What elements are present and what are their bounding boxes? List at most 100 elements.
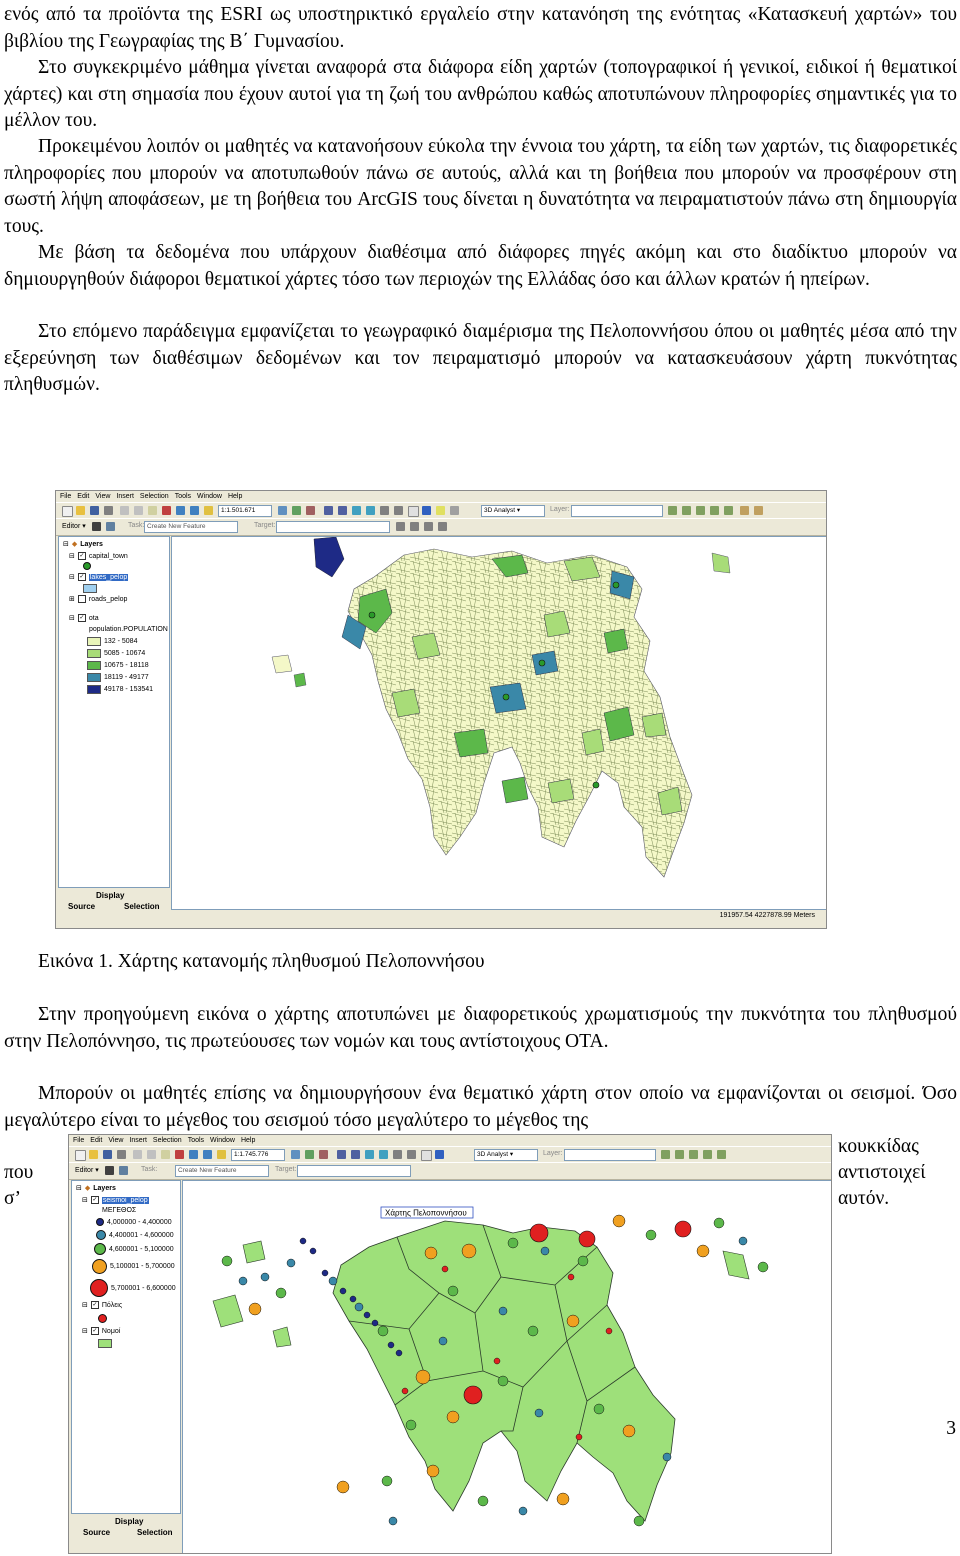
- capital-town-marker[interactable]: [612, 581, 620, 589]
- task-dropdown[interactable]: Create New Feature: [144, 521, 238, 533]
- capital-town-marker[interactable]: [592, 781, 600, 789]
- capital-town-marker[interactable]: [502, 693, 510, 701]
- redo-icon[interactable]: [190, 506, 199, 515]
- delete-icon[interactable]: [162, 506, 171, 515]
- layer-name[interactable]: Νομοί: [102, 1328, 120, 1335]
- layer-name[interactable]: Πόλεις: [102, 1302, 122, 1309]
- capital-town-marker[interactable]: [368, 611, 376, 619]
- layer-dropdown[interactable]: [564, 1149, 656, 1161]
- toc-layer-lakes[interactable]: ⊟ ✓ lakes_pelop: [69, 573, 129, 581]
- layer-checkbox[interactable]: ✓: [90, 1196, 99, 1204]
- analyst-dropdown[interactable]: 3D Analyst ▾: [474, 1149, 538, 1161]
- full-extent-icon[interactable]: [379, 1150, 388, 1159]
- arctoolbox-icon[interactable]: [292, 506, 301, 515]
- toc-layer-roads[interactable]: ⊞ roads_pelop: [69, 595, 127, 603]
- find-icon[interactable]: [436, 506, 445, 515]
- tab-selection[interactable]: Selection: [137, 1528, 173, 1537]
- layer-name[interactable]: capital_town: [89, 553, 128, 560]
- line-of-sight-icon[interactable]: [703, 1150, 712, 1159]
- back-extent-icon[interactable]: [380, 506, 389, 515]
- expand-icon[interactable]: ⊟: [82, 1327, 88, 1335]
- map-scale-field[interactable]: 1:1.745.776: [231, 1149, 285, 1161]
- layer-checkbox[interactable]: [77, 595, 86, 603]
- new-document-icon[interactable]: [62, 506, 73, 517]
- menu-selection[interactable]: Selection: [140, 493, 169, 500]
- select-features-icon[interactable]: [421, 1150, 432, 1161]
- open-folder-icon[interactable]: [76, 506, 85, 515]
- editor-toolbar-icon[interactable]: [278, 506, 287, 515]
- menu-help[interactable]: Help: [241, 1137, 255, 1144]
- menu-tools[interactable]: Tools: [188, 1137, 204, 1144]
- delete-icon[interactable]: [175, 1150, 184, 1159]
- menu-insert[interactable]: Insert: [129, 1137, 147, 1144]
- layers-root[interactable]: ⊟ ◆ Layers: [63, 540, 103, 549]
- zoom-in-icon[interactable]: [324, 506, 333, 515]
- rotate-tool-icon[interactable]: [410, 522, 419, 531]
- toc-layer-nomoi[interactable]: ⊟ ✓ Νομοί: [82, 1327, 120, 1335]
- raster-tool-icon[interactable]: [668, 506, 677, 515]
- raster-tool-icon[interactable]: [661, 1150, 670, 1159]
- menu-selection[interactable]: Selection: [153, 1137, 182, 1144]
- steepest-path-icon[interactable]: [689, 1150, 698, 1159]
- cut-icon[interactable]: [133, 1150, 142, 1159]
- menu-insert[interactable]: Insert: [116, 493, 134, 500]
- arctoolbox-icon[interactable]: [305, 1150, 314, 1159]
- layer-checkbox[interactable]: ✓: [90, 1327, 99, 1335]
- contour-icon[interactable]: [682, 506, 691, 515]
- map-scale-field[interactable]: 1:1.501.671: [218, 505, 272, 517]
- capital-town-marker[interactable]: [538, 659, 546, 667]
- tab-source[interactable]: Source: [68, 902, 95, 911]
- measure-icon[interactable]: [450, 506, 459, 515]
- sketch-properties-icon[interactable]: [438, 522, 447, 531]
- cut-icon[interactable]: [120, 506, 129, 515]
- save-icon[interactable]: [103, 1150, 112, 1159]
- task-dropdown[interactable]: Create New Feature: [175, 1165, 269, 1177]
- collapse-icon[interactable]: ⊟: [63, 540, 69, 548]
- expand-icon[interactable]: ⊟: [69, 552, 75, 560]
- tab-display[interactable]: Display: [115, 1517, 143, 1526]
- editor-menu[interactable]: Editor ▾: [62, 522, 86, 530]
- paste-icon[interactable]: [161, 1150, 170, 1159]
- tab-selection[interactable]: Selection: [124, 902, 160, 911]
- menu-view[interactable]: View: [95, 493, 110, 500]
- menu-edit[interactable]: Edit: [90, 1137, 102, 1144]
- menu-tools[interactable]: Tools: [175, 493, 191, 500]
- sketch-tool-icon[interactable]: [119, 1166, 128, 1175]
- map-view[interactable]: [171, 536, 826, 910]
- arcglobe-icon[interactable]: [754, 506, 763, 515]
- save-icon[interactable]: [90, 506, 99, 515]
- target-dropdown[interactable]: [297, 1165, 411, 1177]
- undo-icon[interactable]: [189, 1150, 198, 1159]
- map-title[interactable]: Χάρτης Πελοποννήσου: [385, 1209, 467, 1218]
- profile-icon[interactable]: [724, 506, 733, 515]
- open-folder-icon[interactable]: [89, 1150, 98, 1159]
- editor-toolbar-icon[interactable]: [291, 1150, 300, 1159]
- menu-file[interactable]: File: [60, 493, 71, 500]
- undo-icon[interactable]: [176, 506, 185, 515]
- paste-icon[interactable]: [148, 506, 157, 515]
- toc-layer-seismoi[interactable]: ⊟ ✓ seismoi_pelop: [82, 1196, 149, 1204]
- layer-name[interactable]: roads_pelop: [89, 596, 128, 603]
- tab-display[interactable]: Display: [96, 891, 124, 900]
- collapse-icon[interactable]: ⊟: [76, 1184, 82, 1192]
- expand-icon[interactable]: ⊟: [82, 1196, 88, 1204]
- toc-layer-capital-town[interactable]: ⊟ ✓ capital_town: [69, 552, 128, 560]
- back-extent-icon[interactable]: [393, 1150, 402, 1159]
- arcscene-icon[interactable]: [740, 506, 749, 515]
- zoom-in-icon[interactable]: [337, 1150, 346, 1159]
- add-data-icon[interactable]: [204, 506, 213, 515]
- sketch-tool-icon[interactable]: [106, 522, 115, 531]
- editor-menu[interactable]: Editor ▾: [75, 1166, 99, 1174]
- expand-icon[interactable]: ⊟: [69, 573, 75, 581]
- menu-window[interactable]: Window: [210, 1137, 235, 1144]
- expand-icon[interactable]: ⊞: [69, 595, 75, 603]
- line-of-sight-icon[interactable]: [710, 506, 719, 515]
- copy-icon[interactable]: [147, 1150, 156, 1159]
- map-view[interactable]: Χάρτης Πελοποννήσου: [182, 1180, 831, 1553]
- layer-name[interactable]: ota: [89, 615, 99, 622]
- tab-source[interactable]: Source: [83, 1528, 110, 1537]
- contour-icon[interactable]: [675, 1150, 684, 1159]
- layer-checkbox[interactable]: ✓: [77, 573, 86, 581]
- layer-dropdown[interactable]: [571, 505, 663, 517]
- attributes-icon[interactable]: [424, 522, 433, 531]
